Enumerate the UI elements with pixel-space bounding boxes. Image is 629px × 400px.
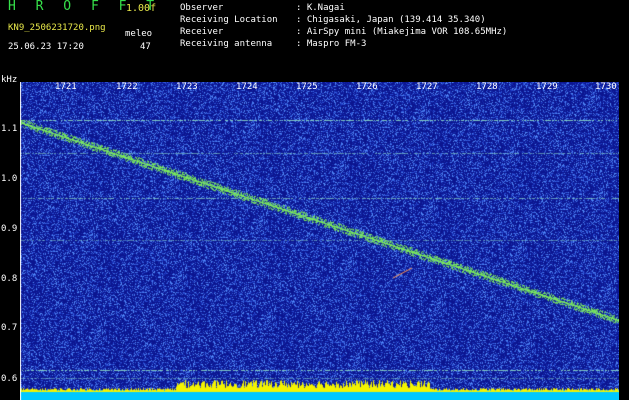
antenna-value: : Maspro FM-3 [296, 39, 367, 49]
location-label: Receiving Location [180, 15, 278, 25]
y-label-0-9: 0.9 [1, 224, 18, 234]
y-label-0-6: 0.6 [1, 374, 18, 384]
x-label-1728: 1728 [476, 82, 498, 92]
x-label-1729: 1729 [536, 82, 558, 92]
receiver-value: : AirSpy mini (Miakejima VOR 108.65MHz) [296, 27, 508, 37]
y-label-1-0: 1.0 [1, 174, 18, 184]
x-label-1727: 1727 [416, 82, 438, 92]
x-label-1725: 1725 [296, 82, 318, 92]
filename-label: KN9_2506231720.png [8, 23, 106, 33]
location-value: : Chigasaki, Japan (139.414 35.340) [296, 15, 486, 25]
receiver-label: Receiver [180, 27, 224, 37]
x-label-1721: 1721 [55, 82, 77, 92]
datetime-label: 25.06.23 17:20 [8, 42, 84, 52]
version-label: 1.00f [126, 3, 157, 14]
y-label-0-8: 0.8 [1, 274, 18, 284]
antenna-label: Receiving antenna [180, 39, 273, 49]
observer-label: Observer [180, 3, 224, 13]
observer-value: : K.Nagai [296, 3, 345, 13]
count-label: 47 [140, 42, 151, 52]
x-label-1723: 1723 [176, 82, 198, 92]
x-label-1724: 1724 [236, 82, 258, 92]
y-label-1-1: 1.1 [1, 124, 18, 134]
x-label-1726: 1726 [356, 82, 378, 92]
y-label-0-7: 0.7 [1, 323, 18, 333]
y-axis-unit: kHz [1, 75, 18, 85]
x-label-1722: 1722 [116, 82, 138, 92]
mode-label: meleo [125, 29, 153, 39]
spectrogram-canvas[interactable] [20, 82, 619, 400]
x-label-1730: 1730 [595, 82, 617, 92]
